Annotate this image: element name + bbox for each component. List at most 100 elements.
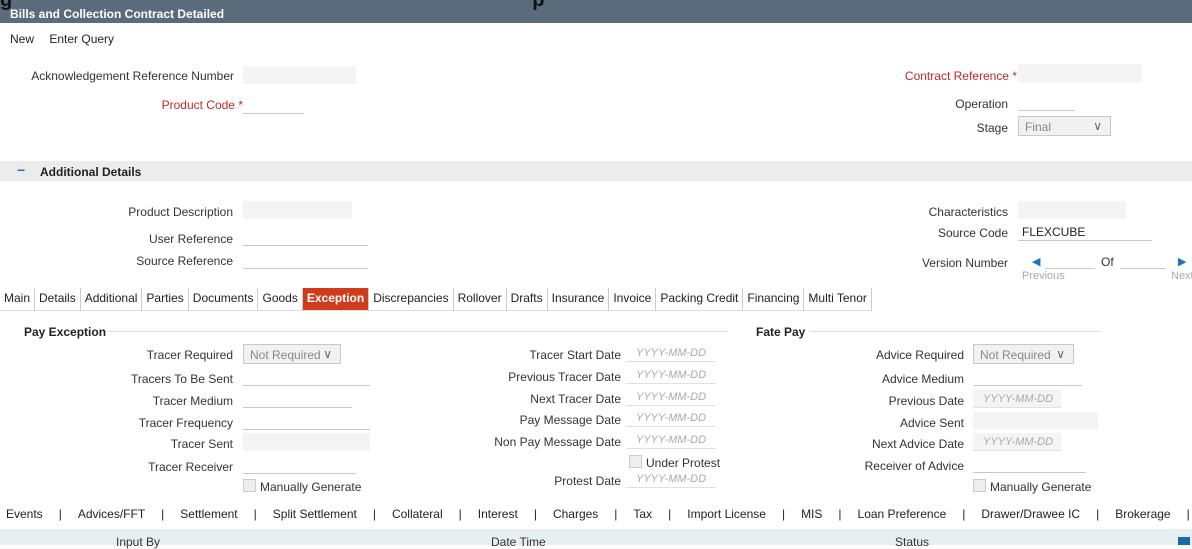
nav-collateral[interactable]: Collateral — [392, 507, 443, 521]
tab-parties[interactable]: Parties — [142, 288, 189, 310]
tab-goods[interactable]: Goods — [258, 288, 303, 310]
advice-required-select[interactable]: Not Required ∨ — [973, 344, 1074, 364]
nav-charges[interactable]: Charges — [553, 507, 598, 521]
status-header: Status — [895, 535, 930, 549]
tab-exception[interactable]: Exception — [302, 288, 370, 310]
nav-advices-fft[interactable]: Advices/FFT — [78, 507, 145, 521]
contract-ref-input[interactable] — [1018, 64, 1142, 82]
version-number-label: Version Number — [921, 256, 1008, 270]
advice-medium-input[interactable] — [973, 368, 1082, 386]
nav-separator: | — [533, 507, 537, 521]
tab-discrepancies[interactable]: Discrepancies — [369, 288, 454, 310]
user-reference-input[interactable] — [243, 228, 368, 246]
pay-manually-generate-checkbox[interactable] — [243, 479, 256, 492]
previous-tracer-date-input[interactable]: YYYY-MM-DD — [626, 366, 716, 384]
nav-mis[interactable]: MIS — [801, 507, 822, 521]
collapse-minus-icon[interactable]: − — [17, 162, 25, 178]
tab-rollover[interactable]: Rollover — [454, 288, 507, 310]
advice-sent-label: Advice Sent — [899, 416, 964, 430]
nav-import-license[interactable]: Import License — [687, 507, 766, 521]
nav-separator: | — [962, 507, 966, 521]
next-advice-date-label: Next Advice Date — [871, 437, 964, 451]
receiver-of-advice-label: Receiver of Advice — [864, 459, 964, 473]
nav-settlement[interactable]: Settlement — [180, 507, 237, 521]
tab-insurance[interactable]: Insurance — [548, 288, 610, 310]
tracer-medium-input[interactable] — [243, 390, 352, 408]
fate-manually-generate-label: Manually Generate — [990, 480, 1092, 494]
next-link[interactable]: Next — [1171, 270, 1192, 282]
nav-split-settlement[interactable]: Split Settlement — [273, 507, 357, 521]
non-pay-message-date-label: Non Pay Message Date — [494, 435, 621, 449]
under-protest-checkbox[interactable] — [629, 455, 642, 468]
nav-separator: | — [58, 507, 62, 521]
new-button[interactable]: New — [10, 32, 34, 46]
fate-manually-generate-checkbox[interactable] — [973, 479, 986, 492]
version-total-input[interactable] — [1120, 251, 1166, 269]
previous-arrow-icon[interactable]: ◀ — [1032, 255, 1040, 268]
pay-message-date-input[interactable]: YYYY-MM-DD — [626, 409, 716, 427]
audit-grid-header: Input By Date Time Status — [0, 529, 1192, 549]
advice-sent-input[interactable] — [973, 412, 1098, 430]
of-label: Of — [1101, 255, 1114, 269]
version-current-input[interactable] — [1045, 251, 1095, 269]
source-reference-input[interactable] — [243, 251, 368, 269]
protest-date-label: Protest Date — [554, 474, 621, 488]
window-title-bar: gp Bills and Collection Contract Detaile… — [0, 0, 1192, 23]
tab-financing[interactable]: Financing — [743, 288, 805, 310]
nav-separator: | — [458, 507, 462, 521]
nav-tax[interactable]: Tax — [633, 507, 652, 521]
non-pay-message-date-input[interactable]: YYYY-MM-DD — [626, 431, 716, 449]
tab-multi-tenor[interactable]: Multi Tenor — [804, 288, 872, 310]
nav-separator: | — [781, 507, 786, 521]
product-description-input[interactable] — [243, 201, 352, 219]
source-code-label: Source Code — [937, 226, 1008, 240]
next-tracer-date-input[interactable]: YYYY-MM-DD — [626, 388, 716, 406]
fate-pay-heading: Fate Pay — [756, 325, 806, 339]
user-reference-label: User Reference — [148, 232, 233, 246]
nav-loan-preference[interactable]: Loan Preference — [858, 507, 947, 521]
nav-events[interactable]: Events — [6, 507, 43, 521]
product-code-input[interactable] — [243, 96, 304, 114]
characteristics-input[interactable] — [1018, 201, 1126, 219]
enter-query-button[interactable]: Enter Query — [49, 32, 114, 46]
tracer-start-date-input[interactable]: YYYY-MM-DD — [626, 344, 716, 362]
previous-link[interactable]: Previous — [1022, 270, 1065, 282]
protest-date-input[interactable]: YYYY-MM-DD — [626, 470, 716, 488]
ack-ref-input[interactable] — [243, 66, 356, 84]
tracer-receiver-input[interactable] — [243, 456, 356, 474]
source-code-value: FLEXCUBE — [1018, 223, 1152, 241]
tracer-frequency-label: Tracer Frequency — [138, 416, 233, 430]
nav-interest[interactable]: Interest — [478, 507, 518, 521]
nav-separator: | — [161, 507, 165, 521]
pay-manually-generate-label: Manually Generate — [260, 480, 362, 494]
additional-details-title: Additional Details — [40, 165, 142, 179]
tab-drafts[interactable]: Drafts — [507, 288, 548, 310]
nav-brokerage[interactable]: Brokerage — [1115, 507, 1170, 521]
chevron-down-icon: ∨ — [323, 347, 332, 361]
pay-message-date-label: Pay Message Date — [519, 413, 621, 427]
additional-details-section-bar[interactable]: − Additional Details — [0, 161, 1192, 181]
operation-input[interactable] — [1018, 93, 1075, 111]
advice-medium-label: Advice Medium — [881, 372, 964, 386]
tracer-frequency-input[interactable] — [243, 412, 370, 430]
tracers-to-be-sent-input[interactable] — [243, 368, 370, 386]
nav-drawer-drawee-ic[interactable]: Drawer/Drawee IC — [981, 507, 1080, 521]
tab-documents[interactable]: Documents — [189, 288, 259, 310]
tab-main[interactable]: Main — [0, 288, 36, 310]
tracer-required-select[interactable]: Not Required ∨ — [243, 344, 341, 364]
tracer-receiver-label: Tracer Receiver — [148, 460, 233, 474]
next-tracer-date-label: Next Tracer Date — [530, 392, 621, 406]
product-description-label: Product Description — [128, 205, 233, 219]
next-arrow-icon[interactable]: ▶ — [1178, 255, 1186, 268]
stage-select[interactable]: Final ∨ — [1018, 116, 1111, 136]
next-advice-date-input[interactable]: YYYY-MM-DD — [973, 433, 1061, 451]
receiver-of-advice-input[interactable] — [973, 455, 1086, 473]
grid-scroll-icon[interactable] — [1178, 537, 1190, 545]
tab-packing-credit[interactable]: Packing Credit — [656, 288, 744, 310]
source-reference-label: Source Reference — [136, 254, 233, 268]
previous-date-input[interactable]: YYYY-MM-DD — [973, 390, 1061, 408]
tab-details[interactable]: Details — [35, 288, 81, 310]
tab-invoice[interactable]: Invoice — [609, 288, 657, 310]
tab-additional[interactable]: Additional — [81, 288, 143, 310]
tracer-sent-input[interactable] — [243, 433, 370, 451]
